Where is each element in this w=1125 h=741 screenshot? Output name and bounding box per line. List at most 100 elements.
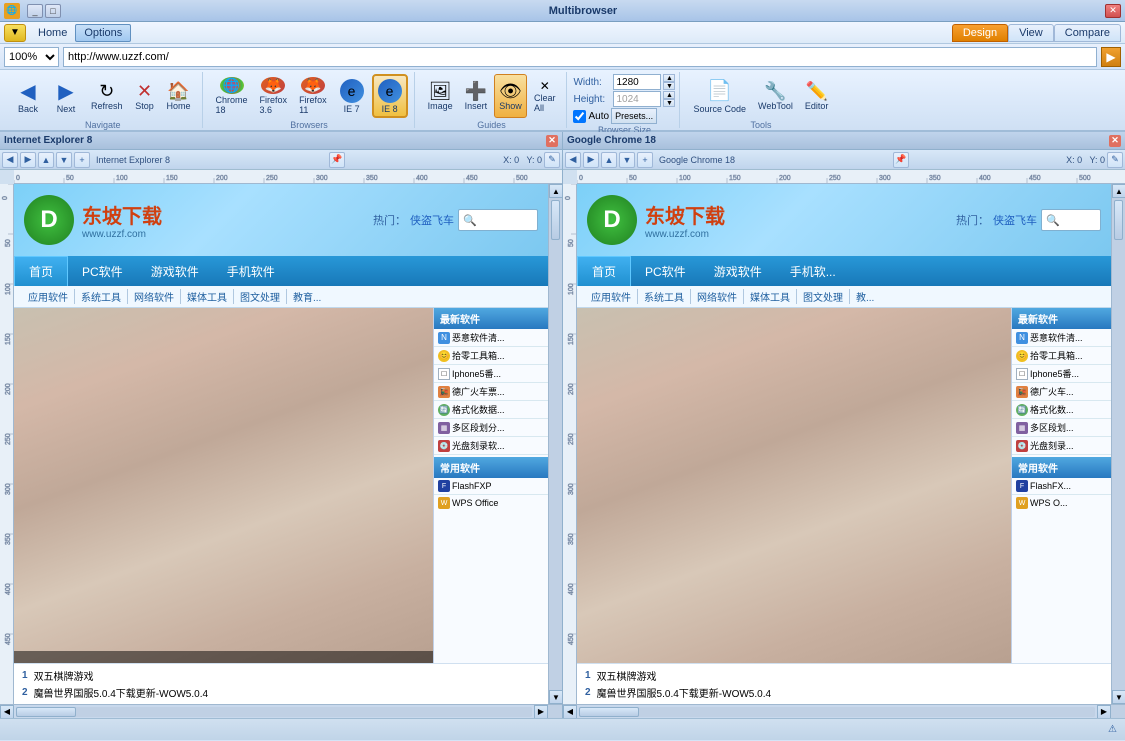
- tab-view[interactable]: View: [1008, 24, 1054, 42]
- chrome18-nav-up[interactable]: ▲: [601, 152, 617, 168]
- ie8-nav-home[interactable]: 首页: [14, 256, 68, 286]
- chrome18-site-name-block: 东坡下载 www.uzzf.com: [645, 200, 725, 240]
- close-button[interactable]: ✕: [1105, 4, 1121, 18]
- ie8-nav-next[interactable]: ▶: [20, 152, 36, 168]
- ie8-nav-pc[interactable]: PC软件: [68, 256, 137, 286]
- ie8-subnav-4[interactable]: 媒体工具: [181, 289, 234, 304]
- ie8-nav-down[interactable]: ▼: [56, 152, 72, 168]
- chrome18-scroll-down[interactable]: ▼: [1112, 690, 1125, 704]
- menu-options[interactable]: Options: [75, 24, 131, 42]
- width-up-button[interactable]: ▲: [663, 74, 675, 82]
- svg-text:400: 400: [416, 175, 428, 182]
- chrome18-button[interactable]: 🌐 Chrome18: [211, 74, 253, 118]
- height-up-button[interactable]: ▲: [663, 91, 675, 99]
- ie8-scroll-left[interactable]: ◀: [0, 705, 14, 719]
- chrome18-subnav-6[interactable]: 教...: [850, 289, 880, 304]
- tab-design[interactable]: Design: [952, 24, 1008, 42]
- ie8-content-area[interactable]: D 东坡下载 www.uzzf.com 热门： 侠盗飞车 🔍: [14, 184, 548, 704]
- ie8-pin[interactable]: 📌: [329, 152, 345, 168]
- chrome18-nav-prev[interactable]: ◀: [565, 152, 581, 168]
- maximize-button[interactable]: □: [45, 4, 61, 18]
- svg-text:0: 0: [565, 196, 572, 200]
- chrome18-scroll-thumb[interactable]: [1114, 200, 1123, 240]
- chrome18-subnav-5[interactable]: 图文处理: [797, 289, 850, 304]
- ie8-marker[interactable]: ✎: [544, 152, 560, 168]
- chrome18-scroll-h-thumb[interactable]: [579, 707, 639, 717]
- firefox36-button[interactable]: 🦊 Firefox3.6: [255, 74, 293, 118]
- firefox11-button[interactable]: 🦊 Firefox11: [294, 74, 332, 118]
- chrome18-nav-mobile[interactable]: 手机软...: [776, 256, 850, 286]
- ie8-scroll-down[interactable]: ▼: [549, 690, 562, 704]
- ie8-common-label-1: FlashFXP: [452, 481, 492, 491]
- chrome18-scroll-left[interactable]: ◀: [563, 705, 577, 719]
- home-button[interactable]: 🏠 Home: [162, 74, 196, 118]
- chrome18-nav-home[interactable]: 首页: [577, 256, 631, 286]
- ie8-nav-game[interactable]: 游戏软件: [137, 256, 213, 286]
- image-button[interactable]: 🖼 Image: [423, 74, 458, 118]
- chrome18-label: Chrome18: [216, 95, 248, 115]
- ie8-scroll-up[interactable]: ▲: [549, 184, 562, 198]
- chrome18-subnav-3[interactable]: 网络软件: [691, 289, 744, 304]
- ie8-zoom-in[interactable]: +: [74, 152, 90, 168]
- insert-button[interactable]: ➕ Insert: [460, 74, 493, 118]
- chrome18-nav-pc[interactable]: PC软件: [631, 256, 700, 286]
- chrome18-pin[interactable]: 📌: [893, 152, 909, 168]
- next-button[interactable]: ▶ Next: [48, 74, 84, 118]
- clear-all-button[interactable]: ✕ ClearAll: [529, 74, 561, 118]
- chrome18-content-area[interactable]: D 东坡下载 www.uzzf.com 热门： 侠盗飞车 🔍: [577, 184, 1111, 704]
- ie8-panel-title: Internet Explorer 8: [4, 135, 92, 146]
- ie8-panel-close[interactable]: ✕: [546, 135, 558, 147]
- ie8-nav-mobile[interactable]: 手机软件: [213, 256, 289, 286]
- tab-compare[interactable]: Compare: [1054, 24, 1121, 42]
- width-input[interactable]: [613, 74, 661, 90]
- source-code-button[interactable]: 📄 Source Code: [688, 74, 751, 118]
- chrome18-scroll-up[interactable]: ▲: [1112, 184, 1125, 198]
- chrome18-subnav-2[interactable]: 系统工具: [638, 289, 691, 304]
- presets-button[interactable]: Presets...: [611, 108, 657, 124]
- auto-checkbox[interactable]: [573, 110, 586, 123]
- ie8-button[interactable]: e IE 8: [372, 74, 408, 118]
- page-group: 📄 Source Code 🔧 WebTool ✏️ Editor Tools: [682, 72, 839, 128]
- chrome18-subnav-1[interactable]: 应用软件: [585, 289, 638, 304]
- back-button[interactable]: ◀ Back: [10, 74, 46, 118]
- width-down-button[interactable]: ▼: [663, 82, 675, 90]
- show-button[interactable]: 👁 Show: [494, 74, 527, 118]
- chrome18-nav-game[interactable]: 游戏软件: [700, 256, 776, 286]
- height-input[interactable]: [613, 91, 661, 107]
- ie7-button[interactable]: e IE 7: [334, 74, 370, 118]
- ie8-icon: e: [378, 79, 402, 103]
- ie8-subnav-5[interactable]: 图文处理: [234, 289, 287, 304]
- chrome18-nav-down[interactable]: ▼: [619, 152, 635, 168]
- ie8-scroll-right[interactable]: ▶: [534, 705, 548, 719]
- ie8-scroll-h-thumb[interactable]: [16, 707, 76, 717]
- height-down-button[interactable]: ▼: [663, 99, 675, 107]
- ie8-scroll-thumb[interactable]: [551, 200, 560, 240]
- guides-buttons: 🖼 Image ➕ Insert 👁 Show ✕ ClearAll: [423, 74, 561, 118]
- ie8-nav-prev[interactable]: ◀: [2, 152, 18, 168]
- ie8-subnav-1[interactable]: 应用软件: [22, 289, 75, 304]
- ie8-subnav-2[interactable]: 系统工具: [75, 289, 128, 304]
- ie8-subnav-3[interactable]: 网络软件: [128, 289, 181, 304]
- ie8-subnav-6[interactable]: 教育...: [287, 289, 327, 304]
- chrome18-browser-label: Google Chrome 18: [659, 155, 735, 165]
- stop-button[interactable]: ✕ Stop: [130, 74, 160, 118]
- menu-home[interactable]: Home: [30, 25, 75, 41]
- url-input[interactable]: [63, 47, 1097, 67]
- chrome18-viewport: 0 50 100 150 200 250 300 350 400 450: [563, 184, 1125, 704]
- go-button[interactable]: ▶: [1101, 47, 1121, 67]
- refresh-button[interactable]: ↻ Refresh: [86, 74, 128, 118]
- chrome18-panel-close[interactable]: ✕: [1109, 135, 1121, 147]
- chrome18-subnav-4[interactable]: 媒体工具: [744, 289, 797, 304]
- editor-button[interactable]: ✏️ Editor: [800, 74, 834, 118]
- chrome18-marker[interactable]: ✎: [1107, 152, 1123, 168]
- webtool-icon: 🔧: [764, 82, 786, 100]
- ie8-nav-up[interactable]: ▲: [38, 152, 54, 168]
- chrome18-scroll-right[interactable]: ▶: [1097, 705, 1111, 719]
- ie8-search-box[interactable]: 🔍: [458, 209, 538, 231]
- chrome18-nav-next[interactable]: ▶: [583, 152, 599, 168]
- zoom-select[interactable]: 100% 75% 150%: [4, 47, 59, 67]
- minimize-button[interactable]: _: [27, 4, 43, 18]
- chrome18-zoom-in[interactable]: +: [637, 152, 653, 168]
- webtool-button[interactable]: 🔧 WebTool: [753, 74, 798, 118]
- chrome18-search-box[interactable]: 🔍: [1041, 209, 1101, 231]
